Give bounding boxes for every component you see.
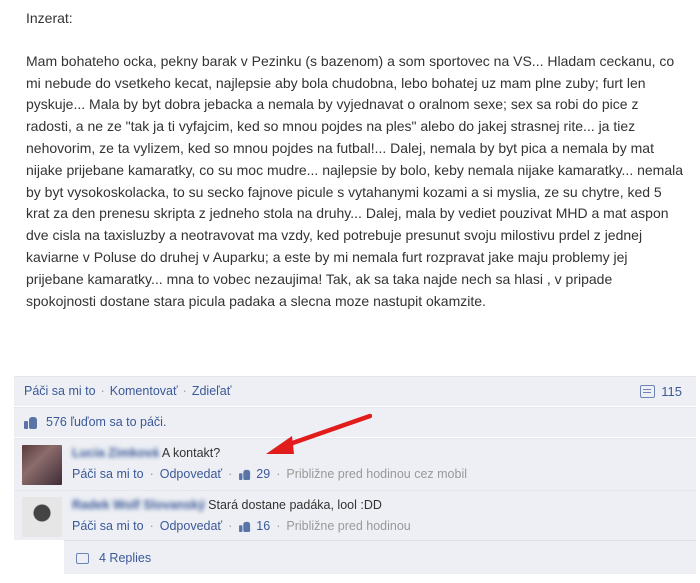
comment-reply-link[interactable]: Odpovedať xyxy=(160,466,222,483)
comment-author[interactable]: Lucia Zimková xyxy=(72,446,159,460)
comment-author[interactable]: Radek Wolf Slovanský xyxy=(72,498,205,512)
comment-count-value: 115 xyxy=(661,384,682,399)
comment-link[interactable]: Komentovať xyxy=(110,384,178,398)
comment-count[interactable]: 115 xyxy=(640,384,682,399)
red-arrow-annotation xyxy=(266,413,372,454)
facebook-post: Inzerat: Mam bohateho ocka, pekny barak … xyxy=(14,0,696,583)
avatar[interactable] xyxy=(22,445,62,485)
thumbs-up-icon xyxy=(239,521,251,533)
comment-text: Stará dostane padáka, lool :DD xyxy=(208,498,382,512)
post-body: Mam bohateho ocka, pekny barak v Pezinku… xyxy=(26,52,684,309)
thumbs-up-icon xyxy=(24,416,38,429)
comment-like-count[interactable]: 29 xyxy=(238,466,270,483)
likes-text[interactable]: 576 ľuďom sa to páči. xyxy=(46,415,166,429)
post-text: Inzerat: Mam bohateho ocka, pekny barak … xyxy=(26,8,686,312)
like-link[interactable]: Páči sa mi to xyxy=(24,384,96,398)
comment-like-link[interactable]: Páči sa mi to xyxy=(72,518,144,535)
comment-item: Radek Wolf Slovanský Stará dostane padáka… xyxy=(14,490,696,540)
replies-link[interactable]: 4 Replies xyxy=(64,540,696,574)
comment-text: A kontakt? xyxy=(161,446,221,460)
avatar[interactable] xyxy=(22,497,62,537)
comment-timestamp[interactable]: Približne pred hodinou xyxy=(286,518,410,535)
comment-like-link[interactable]: Páči sa mi to xyxy=(72,466,144,483)
comment-reply-link[interactable]: Odpovedať xyxy=(160,518,222,535)
comment-timestamp[interactable]: Približne pred hodinou cez mobil xyxy=(286,466,467,483)
reply-icon xyxy=(76,552,89,564)
post-heading: Inzerat: xyxy=(26,10,73,26)
replies-label: 4 Replies xyxy=(99,551,152,565)
share-link[interactable]: Zdieľať xyxy=(192,384,232,398)
thumbs-up-icon xyxy=(239,469,251,481)
comment-like-count[interactable]: 16 xyxy=(238,518,270,535)
post-actions-bar: Páči sa mi to · Komentovať · Zdieľať 115 xyxy=(14,376,696,406)
comments-icon xyxy=(640,385,656,398)
